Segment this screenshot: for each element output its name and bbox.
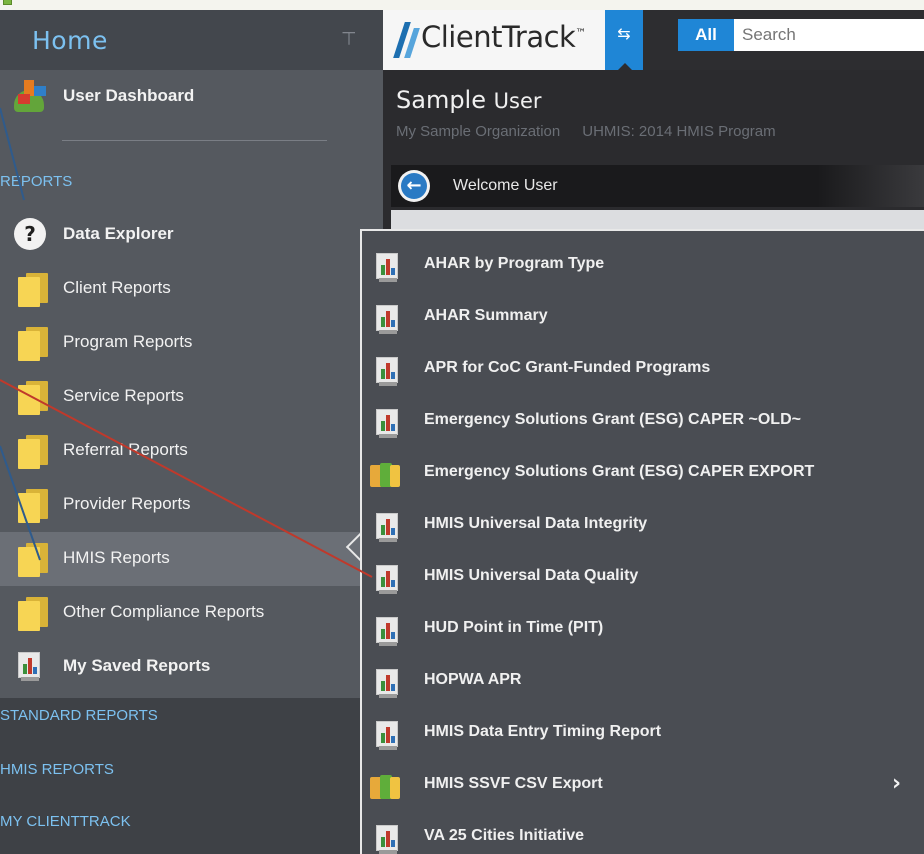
swap-button[interactable]: ⇆ — [605, 10, 643, 70]
organization-name: My Sample Organization — [396, 123, 561, 140]
flyout-item-va-25-cities[interactable]: VA 25 Cities Initiative — [362, 813, 924, 854]
report-icon — [376, 825, 398, 854]
flyout-item-hud-pit[interactable]: HUD Point in Time (PIT) — [362, 605, 924, 657]
folder-icon — [18, 381, 48, 415]
report-icon — [376, 721, 398, 750]
sidebar-item-referral-reports[interactable]: Referral Reports — [0, 424, 383, 478]
flyout-item-ssvf-csv-export[interactable]: HMIS SSVF CSV Export › — [362, 761, 924, 813]
folder-icon — [18, 489, 48, 523]
report-icon — [376, 513, 398, 542]
report-icon — [18, 652, 40, 681]
user-name: Sample User — [396, 86, 542, 114]
flyout-item-label: HMIS Data Entry Timing Report — [424, 723, 662, 740]
flyout-item-data-integrity[interactable]: HMIS Universal Data Integrity — [362, 501, 924, 553]
search-input[interactable] — [734, 19, 924, 51]
top-bar: ClientTrack™ ⇆ All — [383, 10, 924, 70]
flyout-item-data-quality[interactable]: HMIS Universal Data Quality — [362, 553, 924, 605]
sidebar: Home ⊢ User Dashboard REPORTS ? Data Exp… — [0, 10, 383, 854]
flyout-item-ahar-by-program-type[interactable]: AHAR by Program Type — [362, 241, 924, 293]
flyout-item-apr-coc[interactable]: APR for CoC Grant-Funded Programs — [362, 345, 924, 397]
export-icon — [370, 463, 400, 487]
sidebar-item-label: Other Compliance Reports — [63, 602, 265, 621]
hmis-reports-flyout: AHAR by Program Type AHAR Summary APR fo… — [360, 229, 924, 854]
report-icon — [376, 669, 398, 698]
pin-icon[interactable]: ⊢ — [337, 31, 358, 47]
flyout-item-esg-caper-old[interactable]: Emergency Solutions Grant (ESG) CAPER ~O… — [362, 397, 924, 449]
sidebar-item-data-explorer[interactable]: ? Data Explorer — [0, 208, 383, 262]
logo-mark-icon — [393, 22, 420, 58]
help-icon: ? — [14, 218, 46, 250]
swap-icon: ⇆ — [617, 24, 631, 43]
sidebar-item-client-reports[interactable]: Client Reports — [0, 262, 383, 316]
dashboard-icon — [14, 80, 48, 112]
report-icon — [376, 305, 398, 334]
flyout-item-label: HMIS Universal Data Integrity — [424, 515, 648, 532]
report-icon — [376, 357, 398, 386]
sidebar-item-user-dashboard[interactable]: User Dashboard — [0, 70, 383, 124]
standard-reports-label: STANDARD REPORTS — [0, 707, 158, 724]
chevron-right-icon[interactable]: › — [892, 771, 901, 796]
report-icon — [376, 565, 398, 594]
sidebar-home-row: Home ⊢ — [0, 10, 383, 70]
sidebar-divider — [62, 140, 327, 141]
flyout-item-ahar-summary[interactable]: AHAR Summary — [362, 293, 924, 345]
sidebar-item-label: My Saved Reports — [63, 656, 211, 675]
report-icon — [376, 253, 398, 282]
sidebar-item-label: Provider Reports — [63, 494, 191, 513]
program-name: UHMIS: 2014 HMIS Program — [582, 123, 776, 140]
logo-text: ClientTrack™ — [421, 20, 586, 54]
back-button[interactable]: ← — [398, 170, 430, 202]
arrow-left-icon: ← — [401, 173, 427, 199]
flyout-item-label: AHAR by Program Type — [424, 255, 605, 272]
sidebar-item-my-saved-reports[interactable]: My Saved Reports — [0, 640, 383, 694]
reports-heading-label: REPORTS — [0, 173, 73, 190]
sidebar-item-other-compliance-reports[interactable]: Other Compliance Reports — [0, 586, 383, 640]
sidebar-item-label: Referral Reports — [63, 440, 188, 459]
flyout-item-label: HMIS SSVF CSV Export — [424, 775, 603, 792]
sidebar-item-service-reports[interactable]: Service Reports — [0, 370, 383, 424]
sidebar-item-label: Client Reports — [63, 278, 171, 297]
search-scope-button[interactable]: All — [678, 19, 734, 51]
sidebar-item-label: Program Reports — [63, 332, 193, 351]
report-icon — [376, 409, 398, 438]
flyout-item-label: AHAR Summary — [424, 307, 548, 324]
flyout-item-label: HMIS Universal Data Quality — [424, 567, 639, 584]
sidebar-item-provider-reports[interactable]: Provider Reports — [0, 478, 383, 532]
sidebar-item-label: HMIS Reports — [63, 548, 170, 567]
folder-icon — [18, 597, 48, 631]
flyout-item-label: HOPWA APR — [424, 671, 522, 688]
organization-line: My Sample Organization UHMIS: 2014 HMIS P… — [396, 123, 776, 140]
sidebar-item-label: Data Explorer — [63, 224, 174, 243]
flyout-item-label: VA 25 Cities Initiative — [424, 827, 585, 844]
sidebar-home-title[interactable]: Home — [32, 26, 108, 55]
folder-icon — [18, 435, 48, 469]
folder-icon — [18, 327, 48, 361]
welcome-bar: ← Welcome User — [391, 165, 924, 207]
flyout-item-label: Emergency Solutions Grant (ESG) CAPER ~O… — [424, 411, 801, 428]
flyout-item-data-entry-timing[interactable]: HMIS Data Entry Timing Report — [362, 709, 924, 761]
welcome-text: Welcome User — [453, 177, 558, 194]
sidebar-item-hmis-reports[interactable]: HMIS Reports — [0, 532, 383, 586]
export-icon — [370, 775, 400, 799]
folder-icon — [18, 543, 48, 577]
sidebar-item-label: User Dashboard — [63, 86, 195, 105]
sidebar-report-list: ? Data Explorer Client Reports Program R… — [0, 208, 383, 698]
my-clienttrack-label: MY CLIENTTRACK — [0, 813, 131, 830]
sidebar-item-program-reports[interactable]: Program Reports — [0, 316, 383, 370]
flyout-item-label: Emergency Solutions Grant (ESG) CAPER EX… — [424, 463, 815, 480]
flyout-item-label: APR for CoC Grant-Funded Programs — [424, 359, 711, 376]
flyout-item-label: HUD Point in Time (PIT) — [424, 619, 604, 636]
hmis-reports-label: HMIS REPORTS — [0, 761, 114, 778]
clienttrack-logo[interactable]: ClientTrack™ — [383, 10, 605, 70]
folder-icon — [18, 273, 48, 307]
flyout-item-esg-caper-export[interactable]: Emergency Solutions Grant (ESG) CAPER EX… — [362, 449, 924, 501]
browser-strip — [0, 0, 924, 10]
flyout-item-hopwa-apr[interactable]: HOPWA APR — [362, 657, 924, 709]
app-icon — [3, 0, 12, 5]
report-icon — [376, 617, 398, 646]
sidebar-item-label: Service Reports — [63, 386, 184, 405]
